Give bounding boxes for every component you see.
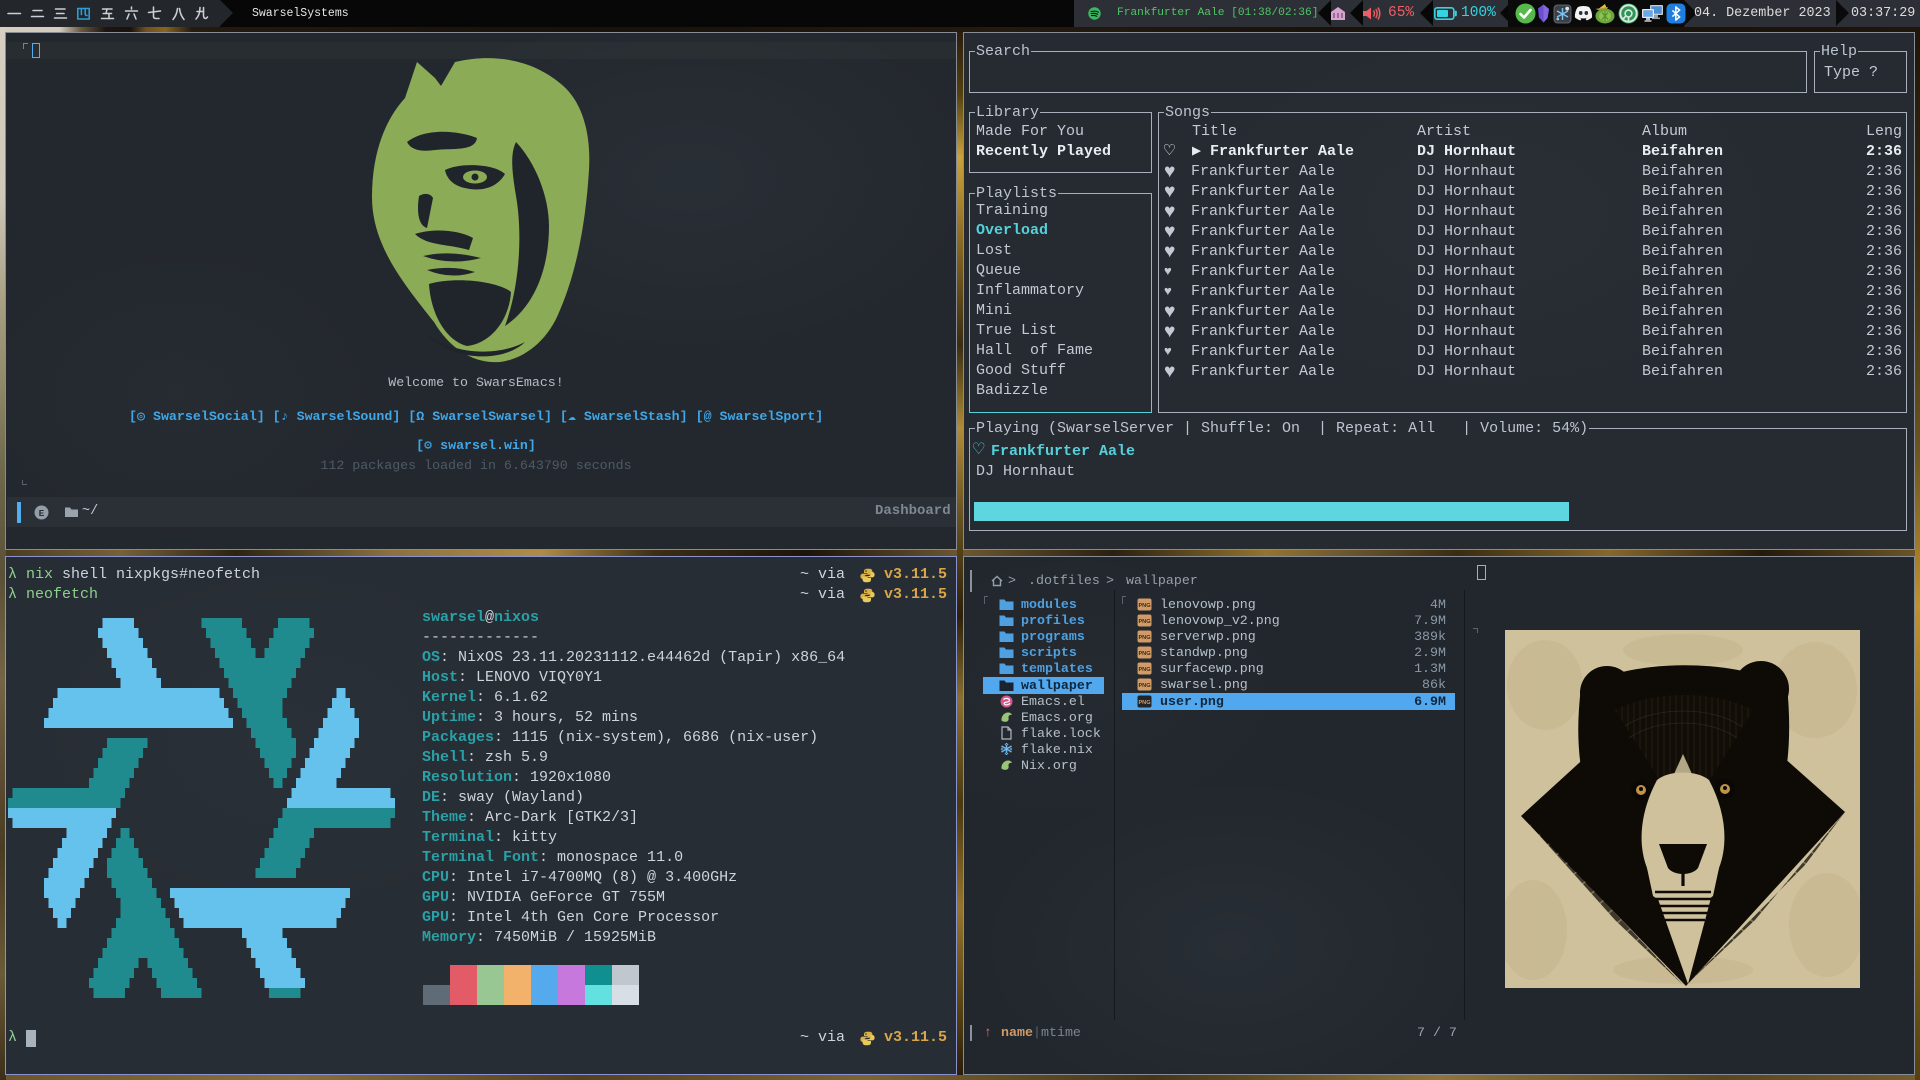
svg-text:PNG: PNG — [1138, 683, 1150, 689]
svg-text:PNG: PNG — [1138, 651, 1150, 657]
svg-text:PNG: PNG — [1138, 700, 1150, 706]
svg-text:PNG: PNG — [1138, 619, 1150, 625]
svg-text:PNG: PNG — [1138, 635, 1150, 641]
svg-text:PNG: PNG — [1138, 603, 1150, 609]
svg-text:PNG: PNG — [1138, 667, 1150, 673]
